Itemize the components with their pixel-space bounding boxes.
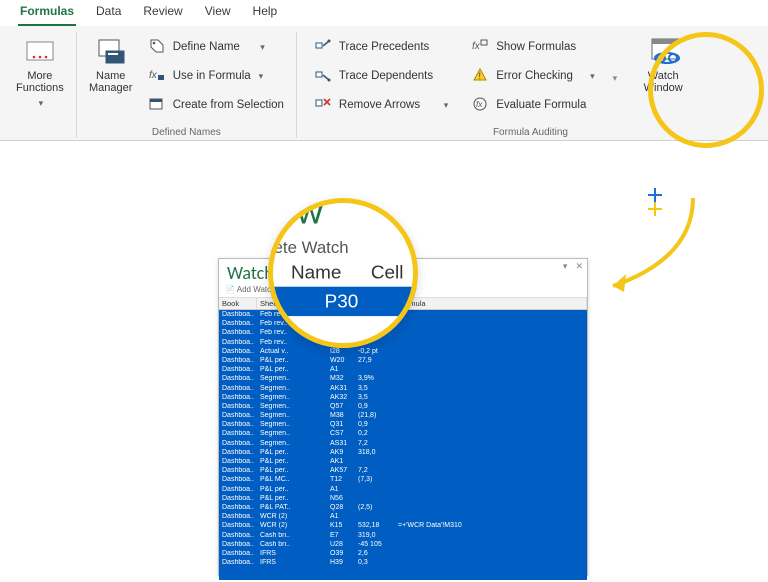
remove-arrows-button[interactable]: Remove Arrows ▾	[309, 92, 454, 118]
error-checking-icon: !	[472, 67, 490, 85]
name-manager-icon	[94, 36, 128, 66]
zoom-col-name: Name	[291, 262, 341, 283]
use-in-formula-button[interactable]: fx Use in Formula▾	[143, 63, 290, 89]
watch-row[interactable]: Dashboa..IFRSO392,6	[219, 550, 587, 559]
watch-row[interactable]: Dashboa..WCR (2)K15532,18=+'WCR Data'!M3…	[219, 522, 587, 531]
watch-window-icon	[646, 36, 680, 66]
window-close-icon[interactable]: ✕	[575, 261, 583, 272]
watch-row[interactable]: Dashboa..P&L per..N56	[219, 495, 587, 504]
ribbon: Formulas Data Review View Help More Func…	[0, 0, 768, 141]
watch-row[interactable]: Dashboa..Segmen..CS70,2	[219, 430, 587, 439]
show-formulas-button[interactable]: fx Show Formulas	[466, 34, 600, 60]
watch-row[interactable]: Dashboa..P&L PAT..Q28(2,5)	[219, 504, 587, 513]
watch-row[interactable]: Dashboa..Segmen..Q570,9	[219, 403, 587, 412]
trace-dependents-icon	[315, 67, 333, 85]
group-dialog-launcher[interactable]: ▾	[607, 32, 624, 124]
watch-row[interactable]: Dashboa..Actual v..I28-0,2 pt	[219, 348, 587, 357]
watch-row[interactable]: Dashboa..WCR (2)A1	[219, 513, 587, 522]
trace-precedents-icon	[315, 38, 333, 56]
watch-row[interactable]: Dashboa..Feb rev..	[219, 320, 587, 329]
arrow-indicator	[598, 188, 708, 308]
ribbon-groups: More Functions▾ Name Manager Define Name…	[0, 26, 768, 140]
evaluate-formula-button[interactable]: fx Evaluate Formula	[466, 92, 600, 118]
ribbon-tabs: Formulas Data Review View Help	[0, 0, 768, 26]
tab-data[interactable]: Data	[94, 0, 123, 26]
watch-row[interactable]: Dashboa..P&L per..AK577,2	[219, 467, 587, 476]
watch-row[interactable]: Dashboa..Feb rev..	[219, 329, 587, 338]
create-from-selection-button[interactable]: Create from Selection	[143, 92, 290, 118]
window-dropdown-icon[interactable]: ▾	[563, 261, 568, 272]
watch-row[interactable]: Dashboa..P&L per..A1	[219, 366, 587, 375]
zoom-col-cell: Cell	[371, 262, 404, 283]
watch-body: Dashboa..Feb rev..Dashboa..Feb rev..Dash…	[219, 310, 587, 580]
watch-row[interactable]: Dashboa..P&L per..W2027,9	[219, 357, 587, 366]
name-manager-button[interactable]: Name Manager	[83, 32, 139, 124]
group-function-library: More Functions▾	[4, 32, 77, 138]
use-in-formula-icon: fx	[149, 67, 167, 85]
watch-row[interactable]: Dashboa..P&L per..AK1	[219, 458, 587, 467]
zoom-selected-row: P30	[268, 287, 418, 316]
svg-text:!: !	[479, 71, 482, 81]
watch-row[interactable]: Dashboa..Segmen..Q310,9	[219, 421, 587, 430]
tab-review[interactable]: Review	[141, 0, 184, 26]
create-selection-icon	[149, 96, 167, 114]
watch-row[interactable]: Dashboa..Segmen..M323,9%	[219, 375, 587, 384]
watch-window-label: Watch Window	[644, 70, 683, 94]
watch-row[interactable]: Dashboa..Segmen..AS317,2	[219, 440, 587, 449]
col-book[interactable]: Book	[219, 298, 257, 309]
zoom-title-fragment: indow	[268, 198, 418, 234]
svg-text:fx: fx	[472, 41, 481, 52]
watch-row[interactable]: Dashboa..Segmen..AK313,5	[219, 385, 587, 394]
watch-row[interactable]: Dashboa..P&L per..A1	[219, 486, 587, 495]
watch-row[interactable]: Dashboa..IFRSH390,3	[219, 559, 587, 568]
tab-view[interactable]: View	[203, 0, 233, 26]
watch-row[interactable]: Dashboa..Segmen..AK323,5	[219, 394, 587, 403]
tab-formulas[interactable]: Formulas	[18, 0, 76, 26]
col-formula[interactable]: Formula	[395, 298, 587, 309]
group-defined-names: Name Manager Define Name ▾ fx Use in For…	[77, 32, 297, 138]
more-functions-button[interactable]: More Functions▾	[10, 32, 70, 124]
watch-row[interactable]: Dashboa..Feb rev..	[219, 339, 587, 348]
svg-text:fx: fx	[476, 100, 483, 109]
window-controls: ▾ ✕	[563, 261, 583, 272]
name-manager-label: Name Manager	[89, 70, 132, 94]
watch-row[interactable]: Dashboa..Cash bri..U28-45 105	[219, 541, 587, 550]
svg-text:fx: fx	[149, 70, 158, 81]
define-name-button[interactable]: Define Name ▾	[143, 34, 290, 60]
more-functions-icon	[23, 36, 57, 66]
zoom-delete-watch-label: Delete Watch	[268, 238, 349, 257]
watch-window-button[interactable]: Watch Window	[627, 32, 699, 124]
trace-precedents-button[interactable]: Trace Precedents	[309, 34, 454, 60]
watch-row[interactable]: Dashboa..Cash bri..E7319,0	[219, 532, 587, 541]
group-formula-auditing: Trace Precedents Trace Dependents Remove…	[297, 32, 764, 138]
group-label-defined-names: Defined Names	[83, 124, 290, 138]
tab-help[interactable]: Help	[251, 0, 280, 26]
remove-arrows-icon	[315, 96, 333, 114]
zoom-callout: indow ✕ Delete Watch Name Cell P30	[268, 198, 418, 348]
tag-icon	[149, 38, 167, 56]
watch-row[interactable]: Dashboa..Segmen..M38(21,8)	[219, 412, 587, 421]
trace-dependents-button[interactable]: Trace Dependents	[309, 63, 454, 89]
watch-row[interactable]: Dashboa..P&L MC..T12(7,3)	[219, 476, 587, 485]
more-functions-label: More Functions	[16, 70, 64, 94]
group-label-formula-auditing: Formula Auditing	[303, 124, 758, 138]
error-checking-button[interactable]: ! Error Checking ▾	[466, 63, 600, 89]
show-formulas-icon: fx	[472, 38, 490, 56]
evaluate-formula-icon: fx	[472, 96, 490, 114]
watch-row[interactable]: Dashboa..P&L per..AK9318,0	[219, 449, 587, 458]
